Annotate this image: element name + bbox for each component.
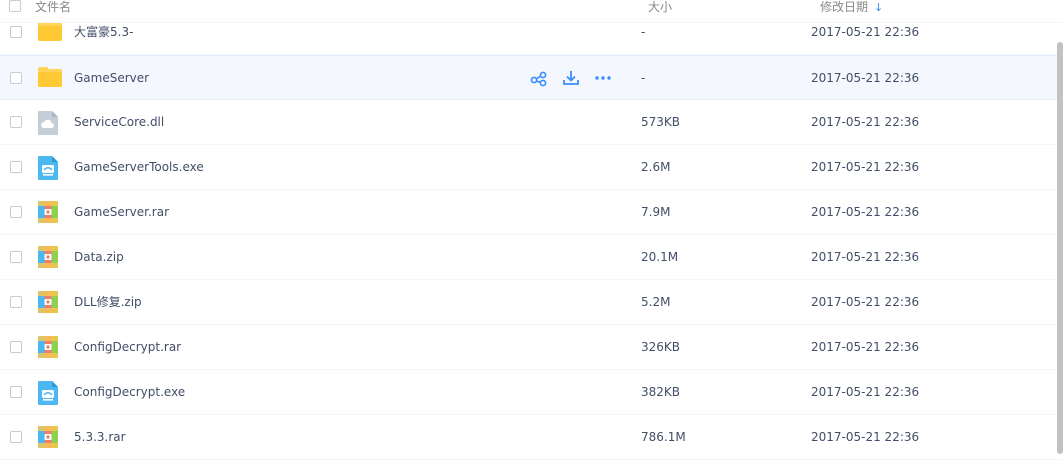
scrollbar[interactable] [1057, 42, 1063, 454]
file-name[interactable]: 大富豪5.3- [74, 25, 133, 39]
more-icon[interactable] [594, 69, 612, 87]
file-name[interactable]: Data.zip [74, 250, 124, 264]
exe-file-icon[interactable] [37, 380, 61, 405]
file-size: 5.2M [641, 295, 671, 309]
column-header-name[interactable]: 文件名 [35, 0, 71, 14]
row-checkbox[interactable] [10, 72, 22, 84]
file-name[interactable]: DLL修复.zip [74, 295, 142, 309]
file-size: 20.1M [641, 250, 679, 264]
file-size: 786.1M [641, 430, 686, 444]
file-row[interactable]: ConfigDecrypt.rar 326KB 2017-05-21 22:36 [0, 325, 1063, 370]
row-checkbox[interactable] [10, 386, 22, 398]
file-name[interactable]: ConfigDecrypt.rar [74, 340, 181, 354]
archive-file-icon[interactable] [37, 245, 61, 269]
share-icon[interactable] [530, 69, 548, 87]
folder-icon[interactable] [37, 66, 62, 90]
dll-file-icon[interactable] [37, 110, 61, 135]
file-name[interactable]: ServiceCore.dll [74, 115, 164, 129]
select-all-checkbox[interactable] [9, 0, 21, 12]
row-checkbox[interactable] [10, 26, 22, 38]
file-row[interactable]: 5.3.3.rar 786.1M 2017-05-21 22:36 [0, 415, 1063, 460]
download-icon[interactable] [562, 69, 580, 87]
file-modified-date: 2017-05-21 22:36 [811, 250, 920, 264]
archive-file-icon[interactable] [37, 290, 61, 314]
file-size: - [641, 25, 646, 39]
file-row[interactable]: GameServerTools.exe 2.6M 2017-05-21 22:36 [0, 145, 1063, 190]
file-name[interactable]: 5.3.3.rar [74, 430, 126, 444]
column-header-date[interactable]: 修改日期 ↓ [820, 0, 883, 15]
file-name[interactable]: GameServer [74, 71, 149, 85]
file-size: 2.6M [641, 160, 671, 174]
exe-file-icon[interactable] [37, 155, 61, 180]
file-modified-date: 2017-05-21 22:36 [811, 160, 920, 174]
file-size: 326KB [641, 340, 681, 354]
file-modified-date: 2017-05-21 22:36 [811, 205, 920, 219]
file-row[interactable]: GameServer.rar 7.9M 2017-05-21 22:36 [0, 190, 1063, 235]
file-modified-date: 2017-05-21 22:36 [811, 295, 920, 309]
row-checkbox[interactable] [10, 116, 22, 128]
arrow-down-icon[interactable]: ↓ [874, 1, 883, 15]
file-size: 573KB [641, 115, 681, 129]
archive-file-icon[interactable] [37, 425, 61, 449]
row-checkbox[interactable] [10, 341, 22, 353]
row-checkbox[interactable] [10, 251, 22, 263]
row-checkbox[interactable] [10, 431, 22, 443]
archive-file-icon[interactable] [37, 335, 61, 359]
archive-file-icon[interactable] [37, 200, 61, 224]
file-modified-date: 2017-05-21 22:36 [811, 115, 920, 129]
file-row[interactable]: ServiceCore.dll 573KB 2017-05-21 22:36 [0, 100, 1063, 145]
file-modified-date: 2017-05-21 22:36 [811, 71, 920, 85]
file-row[interactable]: GameServer - 2017-05-21 22:36 [0, 55, 1063, 100]
file-list-header: 文件名 大小 修改日期 ↓ [0, 0, 1063, 23]
file-modified-date: 2017-05-21 22:36 [811, 340, 920, 354]
file-size: 382KB [641, 385, 681, 399]
file-row[interactable]: DLL修复.zip 5.2M 2017-05-21 22:36 [0, 280, 1063, 325]
file-name[interactable]: ConfigDecrypt.exe [74, 385, 185, 399]
file-modified-date: 2017-05-21 22:36 [811, 385, 920, 399]
file-name[interactable]: GameServerTools.exe [74, 160, 204, 174]
file-modified-date: 2017-05-21 22:36 [811, 25, 920, 39]
column-header-size[interactable]: 大小 [648, 0, 672, 14]
file-name[interactable]: GameServer.rar [74, 205, 169, 219]
file-row[interactable]: ConfigDecrypt.exe 382KB 2017-05-21 22:36 [0, 370, 1063, 415]
file-size: 7.9M [641, 205, 671, 219]
file-row[interactable]: Data.zip 20.1M 2017-05-21 22:36 [0, 235, 1063, 280]
file-size: - [641, 71, 646, 85]
row-checkbox[interactable] [10, 206, 22, 218]
row-checkbox[interactable] [10, 296, 22, 308]
row-checkbox[interactable] [10, 161, 22, 173]
folder-icon[interactable] [37, 20, 62, 44]
column-header-date-label: 修改日期 [820, 0, 869, 14]
file-modified-date: 2017-05-21 22:36 [811, 430, 920, 444]
